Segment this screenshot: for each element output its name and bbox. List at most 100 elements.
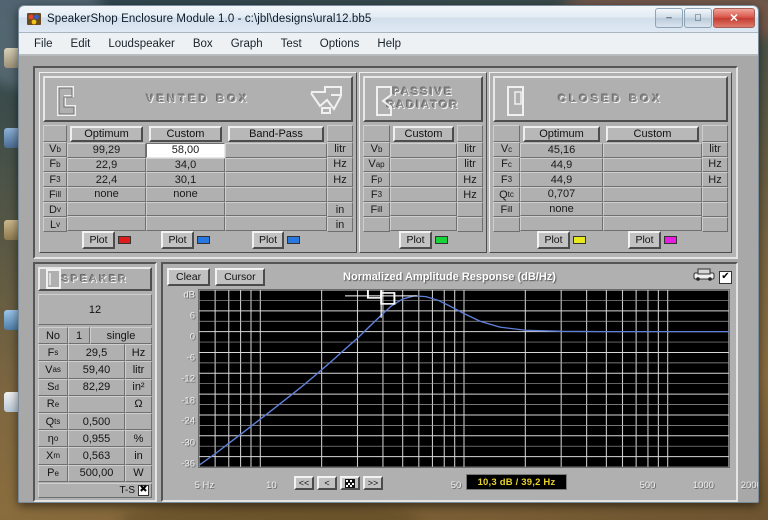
y-tick: 6: [189, 310, 195, 322]
cb-custom-button[interactable]: Custom: [606, 126, 699, 142]
vented-custom-fb[interactable]: 34,0: [146, 157, 225, 173]
vented-optimum-button[interactable]: Optimum: [70, 126, 143, 142]
plot-button[interactable]: Plot: [161, 231, 194, 250]
graph-toolbar-right: ✔: [693, 268, 732, 286]
cb-custom-fill[interactable]: [603, 201, 702, 217]
unit-label: [702, 187, 728, 203]
pr-custom-fill[interactable]: [390, 201, 457, 217]
vented-optimum-fb[interactable]: 22,9: [67, 157, 146, 173]
vented-optimum-f3[interactable]: 22,4: [67, 172, 146, 188]
plot-button[interactable]: Plot: [399, 231, 432, 250]
plot-button[interactable]: Plot: [628, 231, 661, 250]
graph-toggle-checkbox[interactable]: ✔: [719, 270, 732, 284]
param-value[interactable]: 29,5: [68, 344, 125, 362]
cb-custom-extra[interactable]: [603, 216, 702, 232]
vented-custom-fill[interactable]: none: [146, 187, 225, 202]
plot-color-swatch: [434, 236, 448, 245]
menu-item-graph[interactable]: Graph: [222, 36, 272, 52]
pr-custom-vap[interactable]: [390, 157, 457, 173]
menu-item-edit[interactable]: Edit: [62, 36, 100, 52]
x-tick: 1000: [692, 480, 714, 491]
spacer: [702, 232, 728, 249]
menu-bar: File Edit Loudspeaker Box Graph Test Opt…: [19, 33, 758, 55]
count-value[interactable]: 1: [68, 327, 90, 345]
param-value[interactable]: 0,955: [68, 430, 125, 448]
cb-custom-f3[interactable]: [603, 172, 702, 188]
pr-custom-button[interactable]: Custom: [393, 126, 454, 142]
nav-options-button[interactable]: [340, 476, 360, 490]
speaker-count-row: No 1 single: [38, 327, 152, 345]
param-value[interactable]: [68, 395, 125, 413]
speaker-param-row: Sd 82,29 in²: [38, 378, 152, 396]
passive-radiator-panel: PASSIVE RADIATOR Vb Vap Fp F3 Fill Custo…: [359, 72, 487, 253]
cursor-button[interactable]: Cursor: [215, 268, 265, 286]
row-label: Fp: [363, 172, 390, 188]
close-button[interactable]: ✕: [713, 8, 755, 28]
plot-button[interactable]: Plot: [537, 231, 570, 250]
unit-label: litr: [327, 141, 353, 157]
cb-optimum-vc[interactable]: 45,16: [520, 143, 603, 158]
cb-optimum-qtc[interactable]: 0,707: [520, 187, 603, 202]
param-value[interactable]: 0,500: [68, 412, 125, 431]
minimize-button[interactable]: –: [655, 8, 683, 28]
nav-next-button[interactable]: >>: [363, 476, 383, 490]
cb-optimum-button[interactable]: Optimum: [523, 126, 600, 142]
menu-item-file[interactable]: File: [25, 36, 62, 52]
vented-bandpass-dv[interactable]: [225, 201, 327, 217]
vented-optimum-lv[interactable]: [67, 216, 146, 232]
vented-bandpass-vb[interactable]: [225, 143, 327, 158]
y-tick: -12: [181, 373, 195, 385]
driver-number-field[interactable]: 12: [38, 294, 152, 325]
vented-custom-vb[interactable]: 58,00: [146, 143, 225, 158]
pr-custom-extra[interactable]: [390, 216, 457, 232]
cb-optimum-extra[interactable]: [520, 216, 603, 232]
printer-icon[interactable]: [693, 268, 715, 286]
vented-bandpass-lv[interactable]: [225, 216, 327, 232]
cb-custom-vc[interactable]: [603, 143, 702, 158]
plot-button[interactable]: Plot: [251, 231, 285, 250]
param-value[interactable]: 0,563: [68, 447, 125, 465]
pr-custom-vb[interactable]: [390, 143, 457, 158]
plot-button[interactable]: Plot: [82, 231, 115, 250]
pr-custom-f3[interactable]: [390, 187, 457, 202]
param-value[interactable]: 59,40: [68, 361, 125, 379]
menu-item-test[interactable]: Test: [272, 36, 311, 52]
cb-optimum-fill[interactable]: none: [520, 201, 603, 217]
param-value[interactable]: 500,00: [68, 464, 125, 482]
vented-custom-dv[interactable]: [146, 201, 225, 217]
minimize-icon: –: [666, 12, 672, 24]
vented-optimum-dv[interactable]: [67, 201, 146, 217]
vented-bandpass-fill[interactable]: [225, 187, 327, 202]
nav-first-button[interactable]: <<: [294, 476, 314, 490]
title-bar[interactable]: SpeakerShop Enclosure Module 1.0 - c:\jb…: [19, 6, 758, 33]
menu-item-loudspeaker[interactable]: Loudspeaker: [99, 36, 184, 52]
vented-custom-button[interactable]: Custom: [149, 126, 222, 142]
ts-checkbox[interactable]: ✖: [138, 484, 149, 496]
row-label: F3: [43, 172, 67, 188]
chart-canvas-wrapper[interactable]: [198, 274, 730, 468]
menu-item-options[interactable]: Options: [311, 36, 369, 52]
menu-item-help[interactable]: Help: [368, 36, 410, 52]
pr-custom-fp[interactable]: [390, 172, 457, 188]
vented-bandpass-fb[interactable]: [225, 157, 327, 173]
cb-optimum-fc[interactable]: 44,9: [520, 157, 603, 173]
row-label: F3: [493, 172, 520, 188]
vented-bandpass-f3[interactable]: [225, 172, 327, 188]
nav-prev-button[interactable]: <: [317, 476, 337, 490]
vented-custom-f3[interactable]: 30,1: [146, 172, 225, 188]
row-label: Fill: [363, 202, 390, 218]
param-value[interactable]: 82,29: [68, 378, 125, 396]
vented-custom-lv[interactable]: [146, 216, 225, 232]
cb-custom-fc[interactable]: [603, 157, 702, 173]
response-chart: [198, 274, 730, 468]
cb-optimum-f3[interactable]: 44,9: [520, 172, 603, 188]
menu-item-box[interactable]: Box: [184, 36, 222, 52]
vented-optimum-fill[interactable]: none: [67, 187, 146, 202]
vented-optimum-vb[interactable]: 99,29: [67, 143, 146, 158]
maximize-button[interactable]: □: [684, 8, 712, 28]
speaker-config[interactable]: single: [90, 327, 152, 345]
clear-button[interactable]: Clear: [167, 268, 211, 286]
vented-bandpass-button[interactable]: Band-Pass: [228, 126, 324, 142]
cb-custom-qtc[interactable]: [603, 187, 702, 202]
vented-bandpass-column: Band-Pass Plot: [225, 125, 327, 250]
